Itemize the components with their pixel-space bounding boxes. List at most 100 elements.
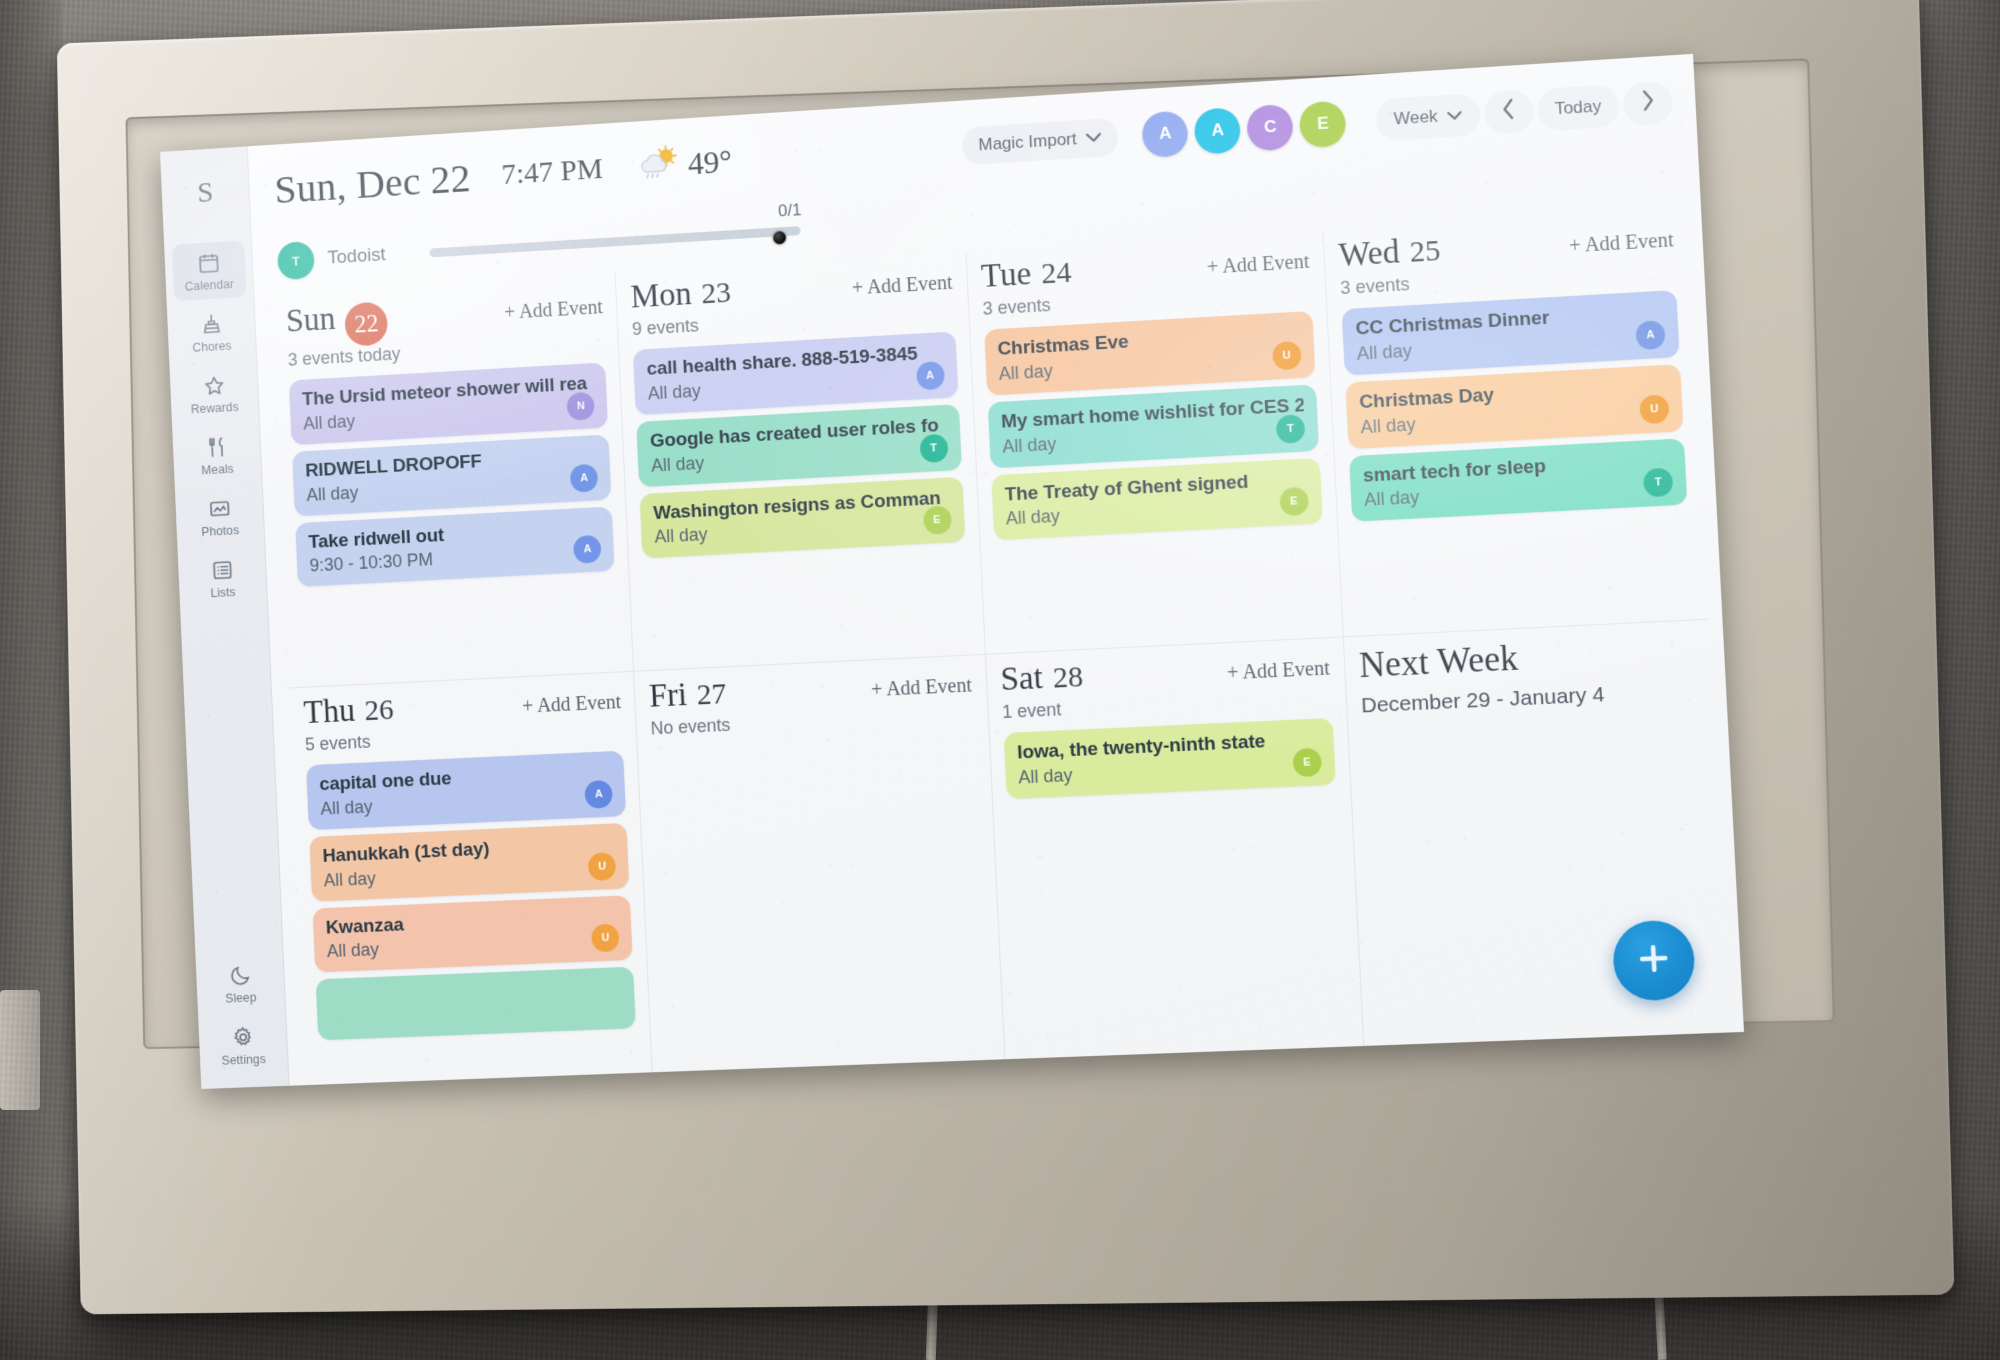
event-card[interactable] <box>315 966 637 1041</box>
day-number: 23 <box>700 275 732 311</box>
avatar[interactable]: A <box>1141 109 1190 158</box>
sidebar-label: Settings <box>221 1052 267 1068</box>
day-column-sat: Sat 28 + Add Event 1 event Iowa, the twenty-… <box>984 637 1364 1060</box>
star-icon <box>202 373 226 398</box>
event-list: capital one due All day A Hanukkah (1st day… <box>306 750 637 1041</box>
event-card[interactable]: Christmas Day All day U <box>1345 363 1684 449</box>
add-event-button[interactable]: + Add Event <box>522 691 622 718</box>
member-avatars: A A C E <box>1141 99 1348 158</box>
event-card[interactable]: Hanukkah (1st day) All day U <box>309 822 630 902</box>
event-card[interactable]: The Treaty of Ghent signed All day E <box>990 457 1323 541</box>
event-card[interactable]: Kwanzaa All day U <box>312 894 633 973</box>
day-name: Thu <box>302 693 356 731</box>
event-list: CC Christmas Dinner All day A Christmas Day… <box>1341 289 1688 522</box>
next-week-button[interactable] <box>1621 80 1674 127</box>
chevron-left-icon <box>1501 98 1516 127</box>
sidebar-item-sleep[interactable]: Sleep <box>203 953 278 1013</box>
day-number: 26 <box>363 693 395 728</box>
todoist-avatar-initial: T <box>291 253 301 269</box>
day-name: Wed <box>1337 234 1401 274</box>
add-event-button[interactable]: + Add Event <box>1226 657 1330 685</box>
day-column-thu: Thu 26 + Add Event 5 events capital one due A… <box>289 672 652 1085</box>
event-title <box>329 976 621 988</box>
photo-icon <box>207 496 231 521</box>
previous-week-button[interactable] <box>1482 89 1535 135</box>
sidebar-item-rewards[interactable]: Rewards <box>177 363 252 424</box>
utensils-icon <box>205 435 229 460</box>
chevron-right-icon <box>1640 89 1655 118</box>
day-name: Sat <box>999 660 1044 699</box>
current-time: 7:47 PM <box>500 152 604 192</box>
avatar-initial: E <box>1316 113 1330 134</box>
add-event-button[interactable]: + Add Event <box>871 674 973 702</box>
avatar-initial: A <box>1211 120 1225 140</box>
avatar-initial: A <box>1158 123 1173 144</box>
event-card[interactable]: My smart home wishlist for CES 2 All day T <box>987 384 1319 468</box>
event-card[interactable]: capital one due All day A <box>306 750 627 830</box>
today-button[interactable]: Today <box>1536 84 1621 132</box>
sidebar-item-photos[interactable]: Photos <box>182 486 257 547</box>
profile-avatar[interactable]: S <box>176 163 234 223</box>
event-card[interactable]: Google has created user roles fo All day T <box>636 403 962 487</box>
add-event-button[interactable]: + Add Event <box>504 296 604 324</box>
event-card[interactable]: Washington resigns as Comman All day E <box>639 476 965 559</box>
event-card[interactable]: Christmas Eve All day U <box>983 310 1316 396</box>
avatar-initial: C <box>1263 116 1278 137</box>
family-calendar-app: S Calendar Chores Rewards Meals Photos L… <box>160 53 1745 1090</box>
sidebar-item-lists[interactable]: Lists <box>185 548 260 608</box>
list-icon <box>210 558 234 583</box>
event-card[interactable]: RIDWELL DROPOFF All day A <box>292 434 612 516</box>
event-list: The Ursid meteor shower will rea All day N… <box>288 362 615 588</box>
display-screen: S Calendar Chores Rewards Meals Photos L… <box>160 53 1745 1090</box>
sidebar-label: Sleep <box>225 990 257 1006</box>
sidebar-item-calendar[interactable]: Calendar <box>171 240 247 302</box>
avatar[interactable]: E <box>1299 99 1348 148</box>
temperature: 49° <box>687 142 733 181</box>
view-selector-week[interactable]: Week <box>1375 92 1481 142</box>
next-week-title: Next Week <box>1358 638 1519 686</box>
sidebar-label: Calendar <box>184 277 235 294</box>
plus-icon <box>1633 938 1675 983</box>
day-column-sun: Sun 22 + Add Event 3 events today The Ursid … <box>271 272 634 689</box>
day-name: Fri <box>648 677 688 715</box>
avatar[interactable]: C <box>1246 103 1295 152</box>
event-card[interactable]: smart tech for sleep All day T <box>1348 437 1688 522</box>
view-label: Week <box>1393 106 1439 129</box>
topbar-spacer <box>749 148 944 160</box>
event-time <box>329 978 621 990</box>
today-label: Today <box>1554 96 1602 119</box>
sidebar-label: Photos <box>201 523 240 539</box>
day-column-tue: Tue 24 + Add Event 3 events Christmas Eve All… <box>964 230 1343 655</box>
day-number: 22 <box>344 301 389 347</box>
day-number: 27 <box>696 677 728 712</box>
magic-import-button[interactable]: Magic Import <box>961 117 1120 166</box>
event-card[interactable]: call health share. 888-519-3845 All day A <box>633 331 958 415</box>
week-grid: Sun 22 + Add Event 3 events today The Ursid … <box>254 204 1744 1086</box>
add-event-button[interactable]: + Add Event <box>1206 251 1310 280</box>
sidebar-label: Lists <box>210 585 236 601</box>
event-card[interactable]: CC Christmas Dinner All day A <box>1341 289 1680 376</box>
sidebar-label: Meals <box>201 461 234 478</box>
magic-import-label: Magic Import <box>978 129 1078 155</box>
calendar-icon <box>196 251 220 276</box>
sidebar-item-chores[interactable]: Chores <box>174 302 249 363</box>
event-card[interactable]: The Ursid meteor shower will rea All day N <box>288 362 609 445</box>
day-number: 25 <box>1408 233 1442 269</box>
weather-widget: 49° <box>635 141 733 187</box>
event-card[interactable]: Iowa, the twenty-ninth state All day E <box>1003 717 1336 799</box>
add-event-button[interactable]: + Add Event <box>851 272 953 301</box>
sidebar-item-meals[interactable]: Meals <box>179 425 254 486</box>
main-content: Sun, Dec 22 7:47 PM 49° Magic Import A A… <box>248 54 1744 1086</box>
day-name: Tue <box>980 256 1033 295</box>
todoist-label: Todoist <box>327 244 386 269</box>
sidebar-label: Chores <box>192 338 232 355</box>
event-card[interactable]: Take ridwell out 9:30 - 10:30 PM A <box>295 505 615 588</box>
avatar[interactable]: A <box>1194 106 1242 155</box>
add-event-button[interactable]: + Add Event <box>1568 229 1674 258</box>
sidebar-label: Rewards <box>190 400 239 417</box>
day-name: Mon <box>629 276 693 316</box>
event-list: Christmas Eve All day U My smart home wishl… <box>983 310 1323 541</box>
todoist-progress-wrap: 0/1 <box>429 200 802 257</box>
page-title: Sun, Dec 22 <box>273 154 472 212</box>
sidebar-item-settings[interactable]: Settings <box>205 1015 280 1075</box>
